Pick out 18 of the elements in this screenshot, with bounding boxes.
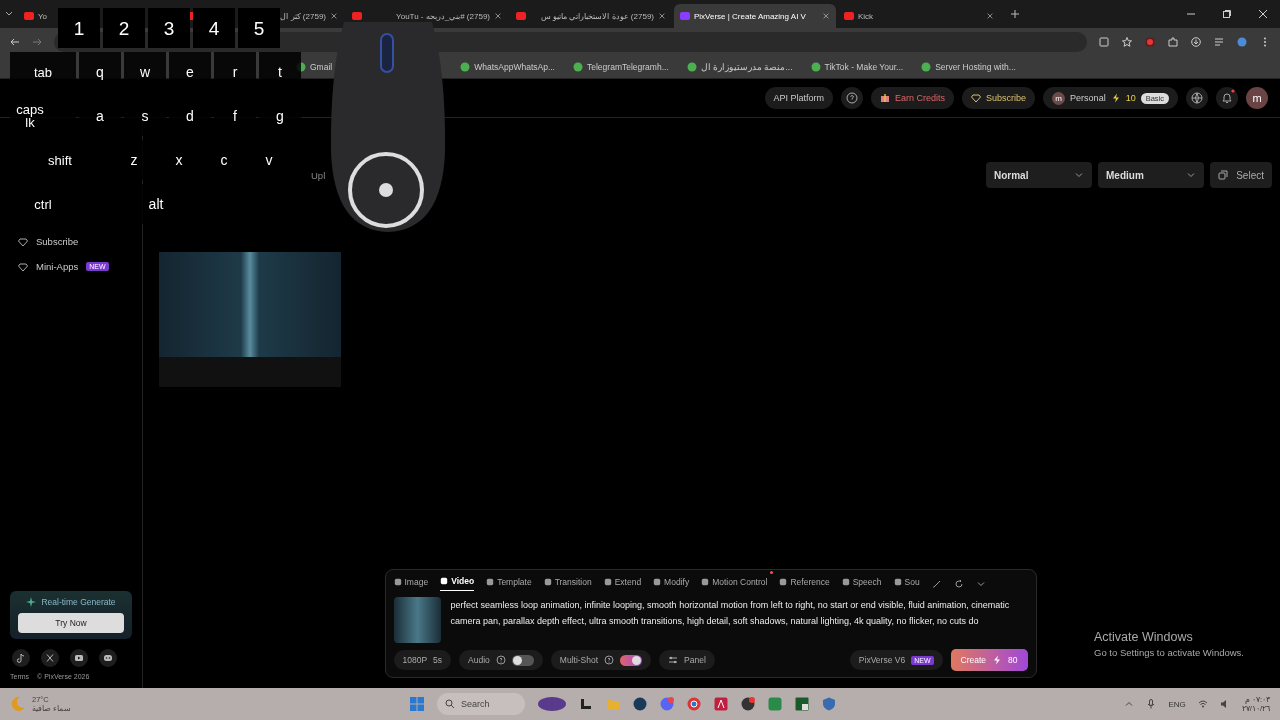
activation-subtitle: Go to Settings to activate Windows.: [1094, 647, 1244, 658]
sidebar-label: Subscribe: [36, 236, 79, 247]
credit-count: 10: [1125, 93, 1136, 103]
promo-title: Real-time Generate: [41, 597, 116, 607]
keyboard-key-overlay: 2: [103, 8, 145, 48]
toggle-label: Multi-Shot: [559, 655, 599, 665]
resolution-label: 1080P: [402, 655, 428, 665]
model-name: PixVerse V6: [858, 655, 906, 665]
activation-title: Activate Windows: [1094, 630, 1194, 644]
account-avatar: m: [1052, 91, 1066, 105]
duration-label: 5s: [433, 655, 443, 665]
toggle-label: Audio: [468, 655, 490, 665]
sidebar-label: Mini-Apps: [36, 261, 79, 272]
keyboard-key-overlay: 5: [238, 8, 280, 48]
account-name: Personal: [1070, 93, 1106, 103]
keyboard-key-overlay: 1: [58, 8, 100, 48]
keyboard-key-overlay: 4: [193, 8, 235, 48]
keyboard-key-overlay: 3: [148, 8, 190, 48]
